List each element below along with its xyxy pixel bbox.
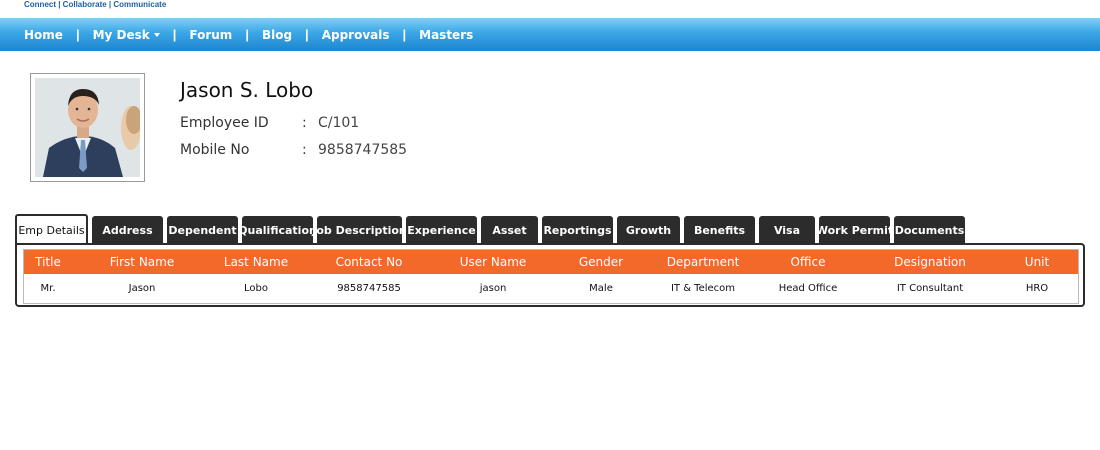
column-header-user-name: User Name <box>459 255 527 269</box>
tab-work-permit[interactable]: Work Permit <box>816 216 893 244</box>
tab-asset[interactable]: Asset <box>481 216 538 244</box>
cell-contact-no: 9858747585 <box>337 283 401 294</box>
column-header-contact-no: Contact No <box>335 255 403 269</box>
tab-emp-details[interactable]: Emp Details <box>15 214 88 244</box>
mobile-value: 9858747585 <box>318 142 408 158</box>
column-header-title: Title <box>35 255 61 269</box>
tab-reportings[interactable]: Reportings <box>542 216 613 244</box>
main-navbar: Home | My Desk | Forum | Blog | Approval… <box>0 18 1100 51</box>
tab-qualification[interactable]: Qualification <box>238 216 317 244</box>
tab-visa[interactable]: Visa <box>759 216 815 244</box>
column-header-unit: Unit <box>1024 255 1050 269</box>
table-row[interactable]: Mr. Jason Lobo 9858747585 jason Male IT … <box>24 274 1078 303</box>
employee-id-value: C/101 <box>318 115 360 131</box>
cell-title: Mr. <box>40 283 56 294</box>
employee-photo-frame <box>30 73 145 182</box>
column-header-first-name: First Name <box>109 255 175 269</box>
nav-separator: | <box>245 27 249 42</box>
table-header-row: Title First Name Last Name Contact No Us… <box>24 250 1078 274</box>
column-header-gender: Gender <box>578 255 624 269</box>
caret-down-icon <box>153 33 160 37</box>
cell-first-name: Jason <box>128 283 156 294</box>
emp-details-table: Title First Name Last Name Contact No Us… <box>23 249 1079 304</box>
mobile-label: Mobile No <box>180 142 250 158</box>
nav-home[interactable]: Home <box>24 28 63 42</box>
colon-separator: : <box>302 142 307 158</box>
cell-office: Head Office <box>778 283 838 294</box>
nav-forum[interactable]: Forum <box>189 28 232 42</box>
employee-photo <box>35 78 140 177</box>
colon-separator: : <box>302 115 307 131</box>
nav-separator: | <box>75 27 80 42</box>
emp-details-panel: Title First Name Last Name Contact No Us… <box>15 243 1085 307</box>
tab-job-description[interactable]: Job Description <box>312 216 407 244</box>
tab-benefits[interactable]: Benefits <box>684 216 755 244</box>
nav-separator: | <box>305 27 309 42</box>
column-header-department: Department <box>666 255 740 269</box>
header-tagline: Connect | Collaborate | Communicate <box>24 0 167 9</box>
tab-address[interactable]: Address <box>92 216 163 244</box>
tab-documents[interactable]: Documents <box>894 216 965 244</box>
column-header-designation: Designation <box>894 255 966 269</box>
employee-name: Jason S. Lobo <box>180 78 314 102</box>
employee-id-label: Employee ID <box>180 115 269 131</box>
employee-id-row: Employee ID : C/101 <box>180 115 359 131</box>
nav-separator: | <box>402 27 407 42</box>
cell-last-name: Lobo <box>244 283 268 294</box>
tab-experience[interactable]: Experience <box>406 216 477 244</box>
nav-masters[interactable]: Masters <box>419 28 473 42</box>
column-header-office: Office <box>790 255 826 269</box>
tab-dependent[interactable]: Dependent <box>167 216 238 244</box>
cell-designation: IT Consultant <box>896 283 964 294</box>
nav-approvals[interactable]: Approvals <box>322 28 390 42</box>
column-header-last-name: Last Name <box>223 255 289 269</box>
tab-bar: Emp Details Address Dependent Qualificat… <box>15 214 969 244</box>
nav-my-desk[interactable]: My Desk <box>93 28 160 42</box>
cell-gender: Male <box>589 283 613 294</box>
nav-my-desk-label: My Desk <box>92 27 150 42</box>
mobile-row: Mobile No : 9858747585 <box>180 142 407 158</box>
person-portrait-icon <box>35 78 140 177</box>
cell-user-name: jason <box>479 283 507 294</box>
tab-growth[interactable]: Growth <box>617 216 680 244</box>
nav-blog[interactable]: Blog <box>262 28 292 42</box>
cell-unit: HRO <box>1025 283 1049 294</box>
cell-department: IT & Telecom <box>670 283 736 294</box>
nav-separator: | <box>172 27 177 42</box>
